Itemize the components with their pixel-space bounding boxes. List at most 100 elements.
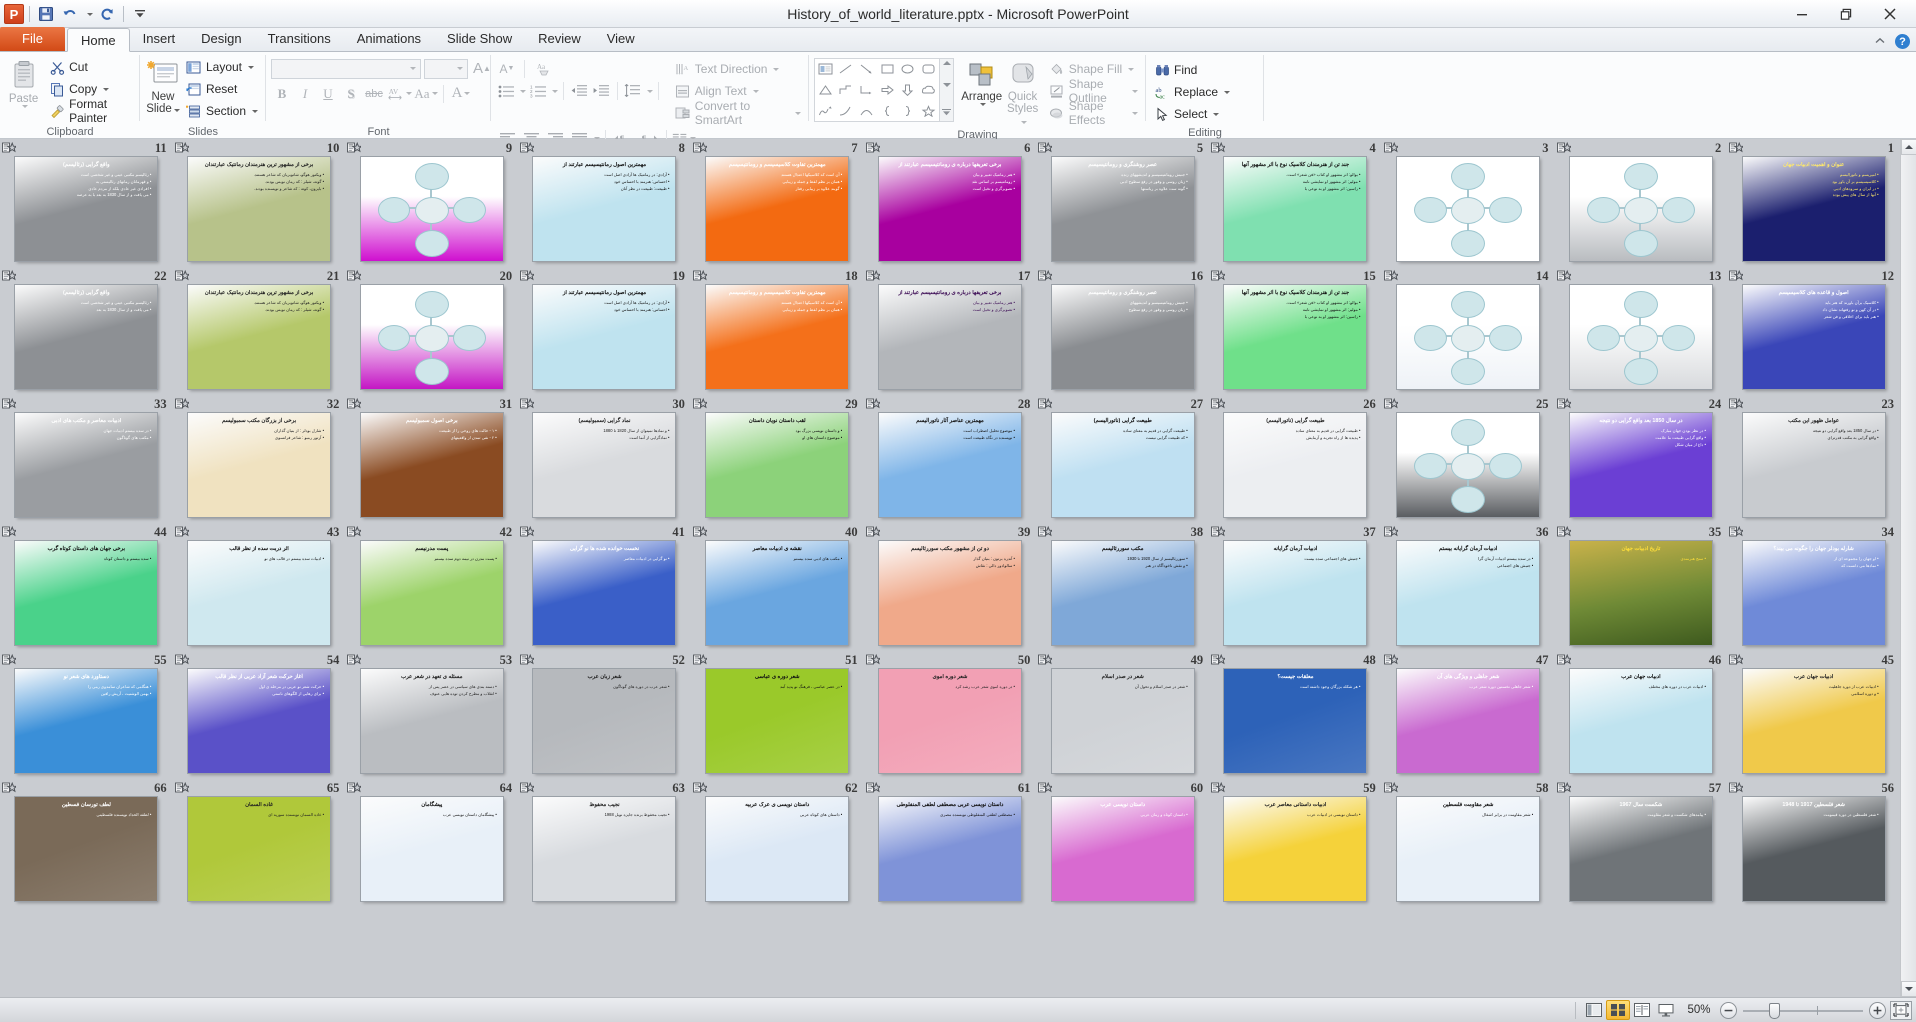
slide-thumbnail[interactable]: پست مدرنیسم • پست مدرن در نیمه دوم سده بی… — [360, 541, 503, 645]
slide-thumbnail[interactable]: عوامل ظهور این مکتب • در سال 1850 بعد واق… — [1742, 413, 1885, 517]
slide-cell[interactable]: 39 دو تن از مشهور مکتب سوررئالیسم • آندره … — [864, 523, 1037, 651]
slide-thumbnail[interactable]: غاده السمان • غاده السمان نویسنده سوریه ا… — [188, 797, 331, 901]
gallery-scroll-down-icon[interactable] — [942, 83, 951, 87]
slide-cell[interactable]: 14 — [1382, 267, 1555, 395]
zoom-out-button[interactable] — [1720, 1001, 1737, 1019]
slide-cell[interactable]: 4 جند تن از هنرمندان کلاسیک نوع با اثر مش… — [1209, 139, 1382, 267]
vertical-scrollbar[interactable] — [1900, 139, 1916, 997]
slide-transition-icon[interactable] — [1, 653, 18, 667]
zoom-level-label[interactable]: 50% — [1678, 1004, 1720, 1016]
shape-cloud-icon[interactable] — [918, 80, 939, 101]
slide-transition-icon[interactable] — [865, 781, 882, 795]
quick-access-toolbar[interactable]: P — [4, 2, 151, 26]
bullets-caret-icon[interactable] — [520, 89, 527, 93]
slide-thumbnail[interactable]: اغاز حرکت شعر آزاد عربی از نظر قالب • حرک… — [188, 669, 331, 773]
slide-cell[interactable]: 3 — [1382, 139, 1555, 267]
slide-cell[interactable]: 35 تاریخ ادبیات جهان • سنج هنرمندی — [1555, 523, 1728, 651]
slide-transition-icon[interactable] — [347, 653, 364, 667]
slide-transition-icon[interactable] — [1383, 397, 1400, 411]
reading-view-button[interactable] — [1630, 1000, 1654, 1020]
shape-outline-caret-icon[interactable] — [1132, 89, 1138, 93]
layout-caret-icon[interactable] — [248, 65, 254, 69]
line-spacing-button[interactable] — [623, 81, 643, 102]
slide-transition-icon[interactable] — [1, 781, 18, 795]
slide-cell[interactable]: 58 شعر مقاومت فلسطین • شعر مقاومت در برابر… — [1382, 779, 1555, 907]
close-button[interactable] — [1868, 1, 1912, 27]
tab-review[interactable]: Review — [525, 27, 594, 51]
slide-transition-icon[interactable] — [692, 781, 709, 795]
shape-effects-button[interactable]: Shape Effects — [1046, 99, 1141, 127]
tab-animations[interactable]: Animations — [344, 27, 434, 51]
line-spacing-caret-icon[interactable] — [646, 89, 653, 93]
slide-cell[interactable]: 48 معلقات جیست؟ • هر شکله بزرگان وجود داشت… — [1209, 651, 1382, 779]
slide-thumbnail[interactable]: نماد گرایی (سمبولیسم) • و نمادها نمیتوان … — [533, 413, 676, 517]
slide-cell[interactable]: 63 نجیب محفوظ • نجیب محفوظ برنده جایزه نوب… — [518, 779, 691, 907]
shape-elbow-arrow-icon[interactable] — [856, 80, 877, 101]
select-caret-icon[interactable] — [1213, 112, 1220, 116]
scroll-down-button[interactable] — [1900, 981, 1916, 997]
slide-transition-icon[interactable] — [520, 653, 536, 667]
tab-design[interactable]: Design — [188, 27, 254, 51]
slide-transition-icon[interactable] — [1, 141, 18, 155]
slide-cell[interactable]: 54 اغاز حرکت شعر آزاد عربی از نظر قالب • ح… — [173, 651, 346, 779]
align-text-caret-icon[interactable] — [752, 89, 759, 93]
slide-thumbnail[interactable]: شکست سال 1967 • پیامدهای شکست و شعر مقاوم… — [1569, 797, 1712, 901]
slide-thumbnail[interactable]: ادبیات جهان عرب • ادبیات عرب در دوره های … — [1569, 669, 1712, 773]
slide-thumbnail[interactable]: داستان نویسی ی عرک عربیه • داستان های کوت… — [706, 797, 849, 901]
slide-transition-icon[interactable] — [1556, 397, 1573, 411]
slide-thumbnail[interactable]: ادبیات داستانی معاصر عرب • داستان نویسی د… — [1224, 797, 1367, 901]
slide-cell[interactable]: 61 داستان نویسی عربی مصطفی لطفی المنفلوطی… — [864, 779, 1037, 907]
text-shadow-button[interactable]: S — [340, 83, 362, 104]
slide-transition-icon[interactable] — [1556, 269, 1573, 283]
slide-thumbnail[interactable]: مهمترین اصول رمانتیسیسم عبارتند از • آزاد… — [533, 285, 676, 389]
slide-thumbnail[interactable]: مهمترین اصول رمانتیسیسم عبارتند از • آزاد… — [533, 157, 676, 261]
minimize-button[interactable] — [1780, 1, 1824, 27]
shape-right-arrow-icon[interactable] — [877, 80, 898, 101]
slide-transition-icon[interactable] — [692, 269, 709, 283]
new-slide-button[interactable]: New Slide — [145, 56, 181, 115]
shape-rectangle-icon[interactable] — [877, 59, 898, 80]
slide-cell[interactable]: 37 ادبیات آرمان گرایانه • جنبش های اجتماعی… — [1209, 523, 1382, 651]
slide-cell[interactable]: 57 شکست سال 1967 • پیامدهای شکست و شعر مقا… — [1555, 779, 1728, 907]
decrease-indent-button[interactable] — [569, 81, 589, 102]
slide-cell[interactable]: 62 داستان نویسی ی عرک عربیه • داستان های ک… — [691, 779, 864, 907]
shape-triangle-icon[interactable] — [815, 80, 836, 101]
strikethrough-button[interactable]: abc — [363, 83, 385, 104]
slide-thumbnail[interactable]: برخی تعریفها درباره ی رومانتیسیسم عبارتن… — [878, 285, 1021, 389]
slide-cell[interactable]: 12 اصول و قاعده های کلاسیسیسم • کلاسیک برآ… — [1727, 267, 1900, 395]
slide-sorter-view-button[interactable] — [1606, 1000, 1630, 1020]
slide-transition-icon[interactable] — [1383, 653, 1400, 667]
slide-transition-icon[interactable] — [1038, 781, 1055, 795]
slide-thumbnail[interactable]: جند تن از هنرمندان کلاسیک نوع با اثر مشه… — [1224, 285, 1367, 389]
redo-icon[interactable] — [96, 3, 118, 25]
replace-button[interactable]: ab ac Replace — [1151, 81, 1233, 103]
slide-thumbnail[interactable]: واقع گرایی (رئالیسم) • رئالیسم مکتبی عینی… — [15, 285, 158, 389]
slide-thumbnail[interactable]: دو تن از مشهور مکتب سوررئالیسم • آندره بر… — [878, 541, 1021, 645]
slide-cell[interactable]: 10 برخی از مشهور ترین هنرمندان رمانتیک عب… — [173, 139, 346, 267]
slide-thumbnail[interactable]: برخی اصول سمبولیسم • ۱ - حالت های روحی را… — [360, 413, 503, 517]
tab-slide-show[interactable]: Slide Show — [434, 27, 525, 51]
slide-transition-icon[interactable] — [865, 141, 882, 155]
slide-transition-icon[interactable] — [1383, 781, 1400, 795]
slide-transition-icon[interactable] — [347, 397, 364, 411]
slide-transition-icon[interactable] — [174, 397, 191, 411]
font-size-caret-icon[interactable] — [457, 67, 463, 70]
slide-transition-icon[interactable] — [1038, 397, 1055, 411]
smartart-caret-icon[interactable] — [795, 111, 802, 115]
shape-oval-icon[interactable] — [898, 59, 919, 80]
slide-cell[interactable]: 59 ادبیات داستانی معاصر عرب • داستان نویسی… — [1209, 779, 1382, 907]
slide-transition-icon[interactable] — [174, 141, 191, 155]
slide-thumbnail[interactable]: شعر در صدر اسلام • شعر در صدر اسلام و تحو… — [1051, 669, 1194, 773]
slide-thumbnail[interactable]: برخی از مشهور ترین هنرمندان رمانتیک عبار… — [188, 285, 331, 389]
fit-slide-to-window-button[interactable] — [1890, 1000, 1912, 1020]
slide-transition-icon[interactable] — [347, 141, 364, 155]
slide-cell[interactable]: 34 شارله بودلر جهان را جگونه می بیند؟ • او… — [1727, 523, 1900, 651]
slide-cell[interactable]: 47 شعر جاهلی و ویژگی های آن • شعر جاهلی نخ… — [1382, 651, 1555, 779]
slide-thumbnail[interactable]: مهمترین عناصر آثار ناتورالیسم • موضوع تحل… — [878, 413, 1021, 517]
slide-thumbnail[interactable] — [1397, 413, 1540, 517]
slide-thumbnail[interactable]: برخی از مشهور ترین هنرمندان رمانتیک عبار… — [188, 157, 331, 261]
slide-thumbnail[interactable]: تاریخ ادبیات جهان • سنج هنرمندی — [1569, 541, 1712, 645]
slide-transition-icon[interactable] — [865, 653, 882, 667]
slide-thumbnail[interactable]: ادبیات آرمان گرایانه بیستم • در سده بیستم… — [1397, 541, 1540, 645]
slide-cell[interactable]: 56 شعر فلسطین 1917 تا 1948 • شعر فلسطین در… — [1727, 779, 1900, 907]
